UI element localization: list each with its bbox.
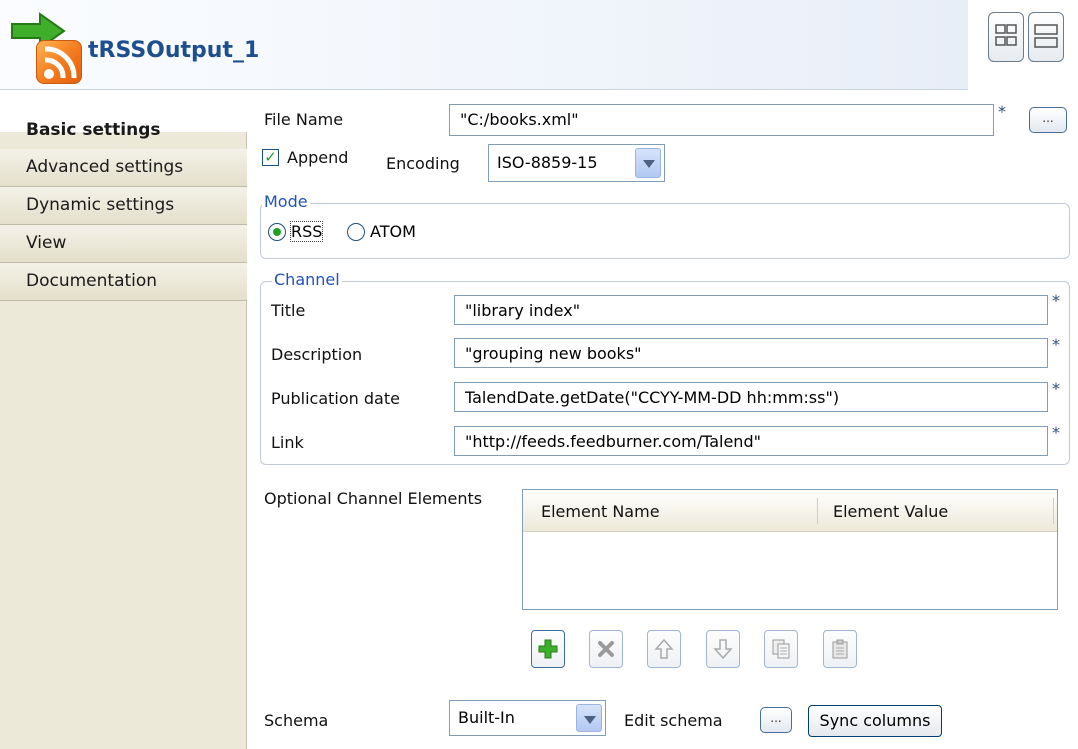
file-name-required-mark: *: [998, 102, 1006, 121]
copy-button[interactable]: [764, 630, 798, 668]
atom-radio[interactable]: [347, 223, 365, 241]
file-name-input[interactable]: "C:/books.xml": [449, 104, 994, 136]
append-label: Append: [287, 148, 349, 167]
delete-icon: [598, 641, 614, 657]
title-label: Title: [271, 301, 306, 320]
add-row-button[interactable]: [531, 630, 565, 668]
schema-value: Built-In: [458, 708, 515, 727]
tab-documentation[interactable]: Documentation: [0, 263, 247, 301]
list-layout-icon: [1034, 24, 1058, 48]
column-divider[interactable]: [817, 498, 818, 524]
tab-view[interactable]: View: [0, 225, 247, 263]
edit-schema-label: Edit schema: [624, 711, 723, 730]
encoding-select[interactable]: ISO-8859-15: [488, 144, 665, 182]
mode-legend: Mode: [262, 192, 310, 211]
browse-file-button[interactable]: ...: [1029, 107, 1067, 133]
column-element-value[interactable]: Element Value: [833, 502, 948, 521]
encoding-label: Encoding: [386, 154, 460, 173]
title-input[interactable]: "library index": [454, 295, 1048, 325]
settings-sidebar: Basic settings Advanced settings Dynamic…: [0, 90, 247, 749]
grid-layout-icon: [995, 24, 1017, 46]
table-header: Element Name Element Value: [523, 490, 1057, 532]
edit-schema-button[interactable]: ...: [760, 707, 792, 733]
publication-date-label: Publication date: [271, 389, 400, 408]
schema-select[interactable]: Built-In: [449, 700, 606, 736]
optional-elements-label: Optional Channel Elements: [264, 489, 483, 508]
optional-elements-table[interactable]: Element Name Element Value: [522, 489, 1058, 610]
grid-view-button[interactable]: [988, 12, 1024, 62]
publication-date-required-mark: *: [1052, 379, 1060, 398]
header-right-area: [968, 0, 1078, 90]
tab-advanced-settings[interactable]: Advanced settings: [0, 149, 247, 187]
column-divider[interactable]: [1053, 498, 1054, 524]
rss-radio[interactable]: [268, 223, 286, 241]
link-label: Link: [271, 433, 304, 452]
atom-radio-label: ATOM: [370, 222, 416, 241]
schema-label: Schema: [264, 711, 329, 730]
tab-dynamic-settings[interactable]: Dynamic settings: [0, 187, 247, 225]
delete-row-button[interactable]: [589, 630, 623, 668]
append-checkbox[interactable]: ✓: [262, 149, 279, 166]
link-input[interactable]: "http://feeds.feedburner.com/Talend": [454, 426, 1048, 456]
sync-columns-button[interactable]: Sync columns: [808, 705, 942, 737]
paste-icon: [832, 639, 848, 659]
add-icon: [538, 639, 558, 659]
move-up-button[interactable]: [647, 630, 681, 668]
list-view-button[interactable]: [1028, 12, 1064, 62]
chevron-down-icon[interactable]: [576, 704, 602, 732]
chevron-down-icon[interactable]: [635, 148, 661, 178]
channel-legend: Channel: [272, 270, 342, 289]
description-label: Description: [271, 345, 363, 364]
rss-icon: [36, 40, 82, 84]
link-required-mark: *: [1052, 423, 1060, 442]
component-title: tRSSOutput_1: [88, 38, 260, 63]
component-header: tRSSOutput_1: [0, 0, 968, 90]
move-down-icon: [713, 639, 733, 660]
publication-date-input[interactable]: TalendDate.getDate("CCYY-MM-DD hh:mm:ss"…: [454, 382, 1048, 412]
encoding-value: ISO-8859-15: [497, 153, 598, 172]
tab-basic-settings[interactable]: Basic settings: [0, 90, 247, 140]
title-required-mark: *: [1052, 291, 1060, 310]
file-name-label: File Name: [264, 110, 344, 129]
column-element-name[interactable]: Element Name: [541, 502, 660, 521]
rss-radio-label: RSS: [289, 221, 324, 242]
paste-button[interactable]: [823, 630, 857, 668]
description-input[interactable]: "grouping new books": [454, 338, 1048, 368]
copy-icon: [772, 639, 790, 659]
description-required-mark: *: [1052, 335, 1060, 354]
move-up-icon: [654, 638, 674, 659]
move-down-button[interactable]: [706, 630, 740, 668]
